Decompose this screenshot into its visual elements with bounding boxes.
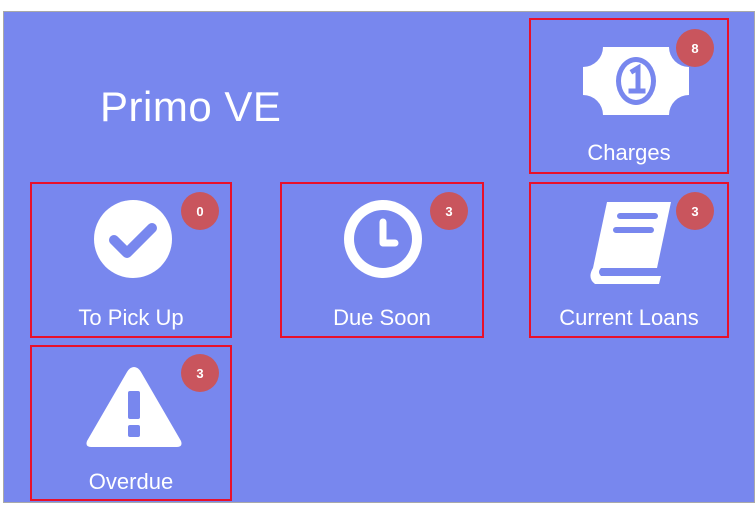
money-bill-icon xyxy=(583,47,689,120)
due-soon-tile[interactable]: Due Soon 3 xyxy=(280,182,484,338)
charges-label: Charges xyxy=(587,140,671,165)
current-loans-label: Current Loans xyxy=(559,305,699,330)
due-soon-label: Due Soon xyxy=(333,305,431,330)
overdue-count-badge: 3 xyxy=(181,354,219,392)
to-pick-up-tile[interactable]: To Pick Up 0 xyxy=(30,182,232,338)
check-circle-icon xyxy=(94,200,172,283)
current-loans-count-badge: 3 xyxy=(676,192,714,230)
charges-count-badge: 8 xyxy=(676,29,714,67)
page-title: Primo VE xyxy=(100,83,282,130)
book-icon xyxy=(585,196,677,293)
clock-icon xyxy=(344,200,422,283)
overdue-tile[interactable]: Overdue 3 xyxy=(30,345,232,501)
to-pick-up-count-badge: 0 xyxy=(181,192,219,230)
to-pick-up-label: To Pick Up xyxy=(78,305,184,330)
overdue-label: Overdue xyxy=(88,469,174,494)
due-soon-count-badge: 3 xyxy=(430,192,468,230)
current-loans-tile[interactable]: Current Loans 3 xyxy=(529,182,729,338)
charges-tile[interactable]: Charges 8 xyxy=(529,18,729,174)
warning-triangle-icon xyxy=(83,363,185,456)
